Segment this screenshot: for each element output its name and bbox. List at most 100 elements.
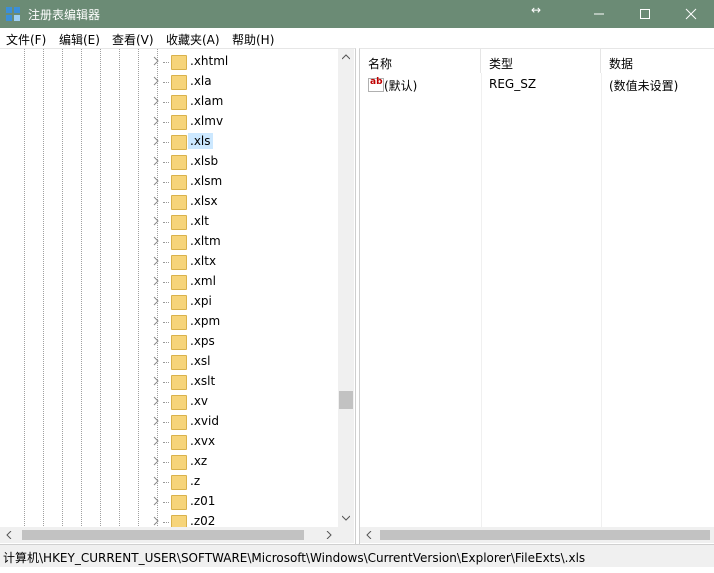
scroll-left-arrow-icon[interactable] — [6, 531, 12, 539]
tree-connector — [163, 202, 169, 203]
tree-node[interactable]: .xz — [0, 452, 340, 472]
expand-chevron-icon[interactable] — [152, 156, 160, 166]
values-horizontal-scroll-thumb[interactable] — [380, 530, 710, 540]
tree-node-label: .xps — [190, 334, 215, 348]
tree-node[interactable]: .xvx — [0, 432, 340, 452]
folder-icon — [171, 495, 187, 510]
tree-node-label: .xla — [190, 74, 212, 88]
tree-vertical-scrollbar[interactable] — [338, 49, 354, 527]
folder-icon — [171, 315, 187, 330]
tree-node[interactable]: .xlsm — [0, 172, 340, 192]
values-horizontal-scrollbar[interactable] — [360, 527, 714, 543]
expand-chevron-icon[interactable] — [152, 136, 160, 146]
tree-horizontal-scrollbar[interactable] — [0, 527, 354, 543]
tree-vertical-scroll-thumb[interactable] — [339, 391, 353, 409]
tree-node[interactable]: .xpm — [0, 312, 340, 332]
scroll-up-arrow-icon[interactable] — [342, 54, 350, 60]
expand-chevron-icon[interactable] — [152, 456, 160, 466]
menu-edit[interactable]: 编辑(E) — [59, 31, 100, 48]
tree-node-label: .xpm — [190, 314, 221, 328]
tree-connector — [163, 62, 169, 63]
tree-node[interactable]: .xla — [0, 72, 340, 92]
expand-chevron-icon[interactable] — [152, 496, 160, 506]
tree-node[interactable]: .xlmv — [0, 112, 340, 132]
tree-connector — [163, 82, 169, 83]
menu-file[interactable]: 文件(F) — [6, 31, 46, 48]
tree-node-label: .xlsx — [190, 194, 218, 208]
menu-help[interactable]: 帮助(H) — [232, 31, 274, 48]
tree-node[interactable]: .xlsx — [0, 192, 340, 212]
tree-node[interactable]: .xpi — [0, 292, 340, 312]
tree-connector — [163, 222, 169, 223]
tree-node[interactable]: .xlt — [0, 212, 340, 232]
tree-node[interactable]: .xltm — [0, 232, 340, 252]
tree-node[interactable]: .xml — [0, 272, 340, 292]
resize-cursor-icon: ↔ — [531, 3, 542, 17]
tree-node-label: .xz — [190, 454, 208, 468]
tree-node[interactable]: .xhtml — [0, 52, 340, 72]
expand-chevron-icon[interactable] — [152, 376, 160, 386]
tree-node[interactable]: .z — [0, 472, 340, 492]
registry-tree[interactable]: .xhtml .xla .xlam .xlmv .xls .xlsb .xlsm… — [0, 48, 356, 544]
values-list[interactable]: 名称 类型 数据 ab (默认) REG_SZ (数值未设置) — [359, 48, 714, 544]
expand-chevron-icon[interactable] — [152, 216, 160, 226]
expand-chevron-icon[interactable] — [152, 356, 160, 366]
tree-node[interactable]: .xps — [0, 332, 340, 352]
expand-chevron-icon[interactable] — [152, 276, 160, 286]
expand-chevron-icon[interactable] — [152, 476, 160, 486]
folder-icon — [171, 255, 187, 270]
expand-chevron-icon[interactable] — [152, 296, 160, 306]
tree-node-label: .xlsm — [190, 174, 223, 188]
expand-chevron-icon[interactable] — [152, 116, 160, 126]
expand-chevron-icon[interactable] — [152, 436, 160, 446]
expand-chevron-icon[interactable] — [152, 256, 160, 266]
expand-chevron-icon[interactable] — [152, 416, 160, 426]
expand-chevron-icon[interactable] — [152, 196, 160, 206]
expand-chevron-icon[interactable] — [152, 336, 160, 346]
scroll-down-arrow-icon[interactable] — [342, 515, 350, 521]
expand-chevron-icon[interactable] — [152, 176, 160, 186]
expand-chevron-icon[interactable] — [152, 396, 160, 406]
tree-node[interactable]: .z01 — [0, 492, 340, 512]
folder-icon — [171, 475, 187, 490]
menu-favorites[interactable]: 收藏夹(A) — [166, 31, 220, 48]
tree-connector — [163, 162, 169, 163]
tree-node[interactable]: .xsl — [0, 352, 340, 372]
tree-node[interactable]: .xslt — [0, 372, 340, 392]
tree-node[interactable]: .xlsb — [0, 152, 340, 172]
expand-chevron-icon[interactable] — [152, 316, 160, 326]
maximize-icon — [640, 9, 650, 19]
tree-node-selected[interactable]: .xls — [0, 132, 340, 152]
tree-node[interactable]: .xlam — [0, 92, 340, 112]
maximize-button[interactable] — [622, 0, 668, 28]
tree-node-label: .xlt — [190, 214, 209, 228]
expand-chevron-icon[interactable] — [152, 96, 160, 106]
column-divider — [601, 73, 602, 527]
value-row[interactable]: ab (默认) REG_SZ (数值未设置) — [360, 75, 714, 95]
expand-chevron-icon[interactable] — [152, 236, 160, 246]
expand-chevron-icon[interactable] — [152, 56, 160, 66]
tree-horizontal-scroll-thumb[interactable] — [22, 530, 304, 540]
folder-icon — [171, 115, 187, 130]
scroll-left-arrow-icon[interactable] — [366, 531, 372, 539]
column-header-data[interactable]: 数据 — [601, 49, 714, 73]
tree-connector — [163, 302, 169, 303]
tree-connector — [163, 102, 169, 103]
tree-connector — [163, 262, 169, 263]
expand-chevron-icon[interactable] — [152, 516, 160, 526]
tree-node[interactable]: .xltx — [0, 252, 340, 272]
scroll-right-arrow-icon[interactable] — [326, 531, 332, 539]
expand-chevron-icon[interactable] — [152, 76, 160, 86]
tree-node-label: .xpi — [190, 294, 212, 308]
close-button[interactable] — [668, 0, 714, 28]
column-header-name[interactable]: 名称 — [360, 49, 481, 73]
tree-node-label: .xhtml — [190, 54, 229, 68]
column-header-type[interactable]: 类型 — [481, 49, 601, 73]
tree-node[interactable]: .xvid — [0, 412, 340, 432]
folder-icon — [171, 55, 187, 70]
menu-view[interactable]: 查看(V) — [112, 31, 154, 48]
tree-node[interactable]: .xv — [0, 392, 340, 412]
folder-icon — [171, 75, 187, 90]
folder-icon — [171, 95, 187, 110]
minimize-button[interactable] — [576, 0, 622, 28]
